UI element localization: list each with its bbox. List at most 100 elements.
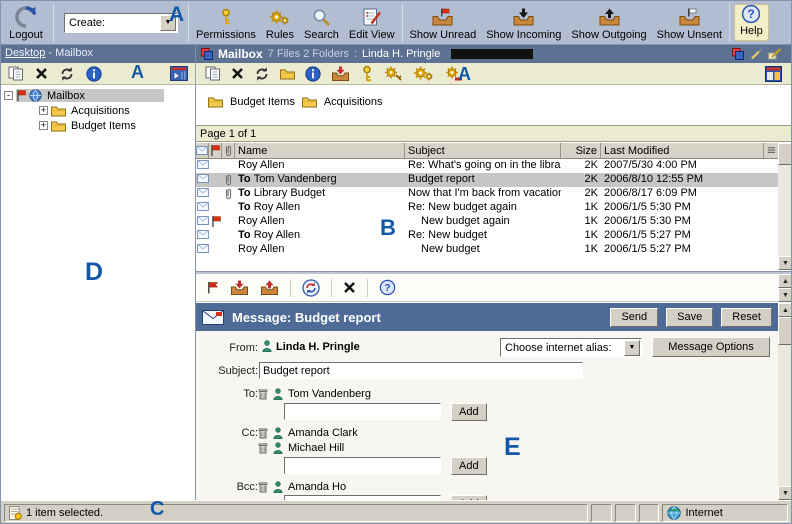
path-item[interactable]: Acquisitions (324, 96, 383, 108)
search-button[interactable]: Search (299, 1, 344, 44)
toolbar-separator (402, 3, 403, 42)
icon-toolbar-row (1, 63, 791, 85)
column-size[interactable]: Size (561, 143, 601, 158)
status-cell (639, 504, 660, 522)
sync-icon[interactable] (302, 279, 320, 297)
layout-icon[interactable] (765, 66, 782, 82)
save-button[interactable]: Save (666, 308, 713, 327)
edit-view-button[interactable]: Edit View (344, 1, 400, 44)
add-to-button[interactable]: Add (451, 403, 487, 421)
scroll-up-icon[interactable]: ▲ (778, 274, 792, 288)
list-scrollbar[interactable]: ▼ (778, 143, 792, 270)
rules-button[interactable]: Rules (261, 1, 299, 44)
table-row[interactable]: Roy AllenNew budget1K2006/1/5 5:27 PM (196, 243, 778, 257)
toolbar-separator (53, 3, 54, 42)
paperclip-icon (222, 201, 235, 215)
collapse-panel-icon[interactable] (170, 66, 188, 81)
internet-alias-dropdown[interactable]: Choose internet alias: ▼ (500, 338, 642, 357)
subject-input[interactable] (259, 362, 583, 379)
flag-column-icon[interactable] (209, 143, 222, 158)
column-subject[interactable]: Subject (405, 143, 561, 158)
column-last-modified[interactable]: Last Modified (601, 143, 764, 158)
show-outgoing-button[interactable]: Show Outgoing (566, 1, 651, 44)
delete-icon[interactable] (343, 281, 356, 294)
show-unread-button[interactable]: Show Unread (405, 1, 482, 44)
signature-pen-icon[interactable] (768, 48, 782, 60)
edit-view-icon (363, 6, 381, 28)
help-button[interactable]: ? Help (734, 4, 769, 41)
scroll-down-icon[interactable]: ▼ (778, 256, 792, 270)
tree-item-acquisitions[interactable]: + Acquisitions (1, 103, 195, 118)
scroll-down-icon[interactable]: ▼ (778, 288, 792, 302)
send-mail-icon[interactable] (260, 280, 279, 295)
permissions-button[interactable]: Permissions (191, 1, 261, 44)
cc-input[interactable] (284, 457, 441, 474)
tree-item-mailbox[interactable]: - Mailbox (1, 88, 195, 103)
breadcrumb-desktop-link[interactable]: Desktop (5, 47, 45, 59)
expand-expander[interactable]: + (39, 121, 48, 130)
forward-icon[interactable] (331, 66, 350, 81)
status-message-cell: 1 item selected. (4, 504, 588, 522)
table-row[interactable]: Roy AllenNew budget again1K2006/1/5 5:30… (196, 215, 778, 229)
table-row[interactable]: To Roy AllenRe: New budget1K2006/1/5 5:2… (196, 229, 778, 243)
delete-icon[interactable] (35, 67, 48, 80)
trash-icon[interactable] (258, 481, 268, 493)
row-last-modified: 2006/1/5 5:27 PM (601, 229, 764, 243)
copy-icon[interactable] (8, 66, 24, 81)
quota-progress-bar (451, 49, 533, 59)
scroll-up-icon[interactable]: ▲ (778, 303, 792, 317)
flag-icon (209, 215, 222, 229)
agents-gears-icon[interactable] (413, 65, 434, 82)
recipient-name: Tom Vandenberg (288, 388, 371, 400)
refresh-icon[interactable] (59, 66, 75, 82)
flag-icon (16, 90, 26, 101)
info-icon[interactable] (305, 66, 321, 82)
receive-mail-icon[interactable] (230, 280, 249, 295)
move-to-folder-icon[interactable] (280, 68, 295, 80)
table-row[interactable]: To Library BudgetNow that I'm back from … (196, 187, 778, 201)
show-unsent-button[interactable]: Show Unsent (652, 1, 727, 44)
delete-icon[interactable] (231, 67, 244, 80)
status-cell (615, 504, 636, 522)
pen-icon[interactable] (750, 48, 762, 60)
help-icon[interactable]: ? (379, 279, 396, 296)
person-icon (262, 340, 272, 352)
flag-icon[interactable] (206, 281, 219, 294)
reset-button[interactable]: Reset (721, 308, 772, 327)
preferences-gear-key-icon[interactable] (384, 65, 403, 82)
compose-scrollbar[interactable]: ▲ ▼ (778, 303, 792, 500)
sort-menu-icon[interactable] (764, 143, 779, 158)
info-icon[interactable] (86, 66, 102, 82)
mini-scrollbar[interactable]: ▲ ▼ (778, 274, 792, 302)
trash-icon[interactable] (258, 427, 268, 439)
paperclip-column-icon[interactable] (222, 143, 235, 158)
scroll-down-icon[interactable]: ▼ (778, 486, 792, 500)
path-item[interactable]: Budget Items (230, 96, 295, 108)
logout-button[interactable]: Logout (1, 1, 51, 44)
expand-expander[interactable]: + (39, 106, 48, 115)
flag-icon (209, 201, 222, 215)
create-dropdown[interactable]: Create: ▼ (64, 13, 178, 33)
table-row[interactable]: To Roy AllenRe: New budget again1K2006/1… (196, 201, 778, 215)
row-name: To Roy Allen (235, 201, 405, 215)
memo-icon[interactable] (732, 48, 744, 60)
trash-icon[interactable] (258, 442, 268, 454)
copy-icon[interactable] (205, 66, 221, 81)
envelope-column-icon[interactable] (196, 143, 209, 158)
collapse-expander[interactable]: - (4, 91, 13, 100)
chevron-down-icon[interactable]: ▼ (624, 340, 640, 356)
message-options-button[interactable]: Message Options (652, 337, 770, 357)
row-last-modified: 2006/1/5 5:27 PM (601, 243, 764, 257)
tree-item-budget-items[interactable]: + Budget Items (1, 118, 195, 133)
table-row[interactable]: To Tom VandenbergBudget report2K2006/8/1… (196, 173, 778, 187)
add-cc-button[interactable]: Add (451, 457, 487, 475)
refresh-icon[interactable] (254, 66, 270, 82)
bcc-recipient-list: Amanda Ho (258, 479, 346, 494)
permissions-key-icon[interactable] (360, 65, 374, 83)
send-button[interactable]: Send (610, 308, 658, 327)
trash-icon[interactable] (258, 388, 268, 400)
show-incoming-button[interactable]: Show Incoming (481, 1, 566, 44)
table-row[interactable]: Roy AllenRe: What's going on in the libr… (196, 159, 778, 173)
to-input[interactable] (284, 403, 441, 420)
column-name[interactable]: Name (235, 143, 405, 158)
